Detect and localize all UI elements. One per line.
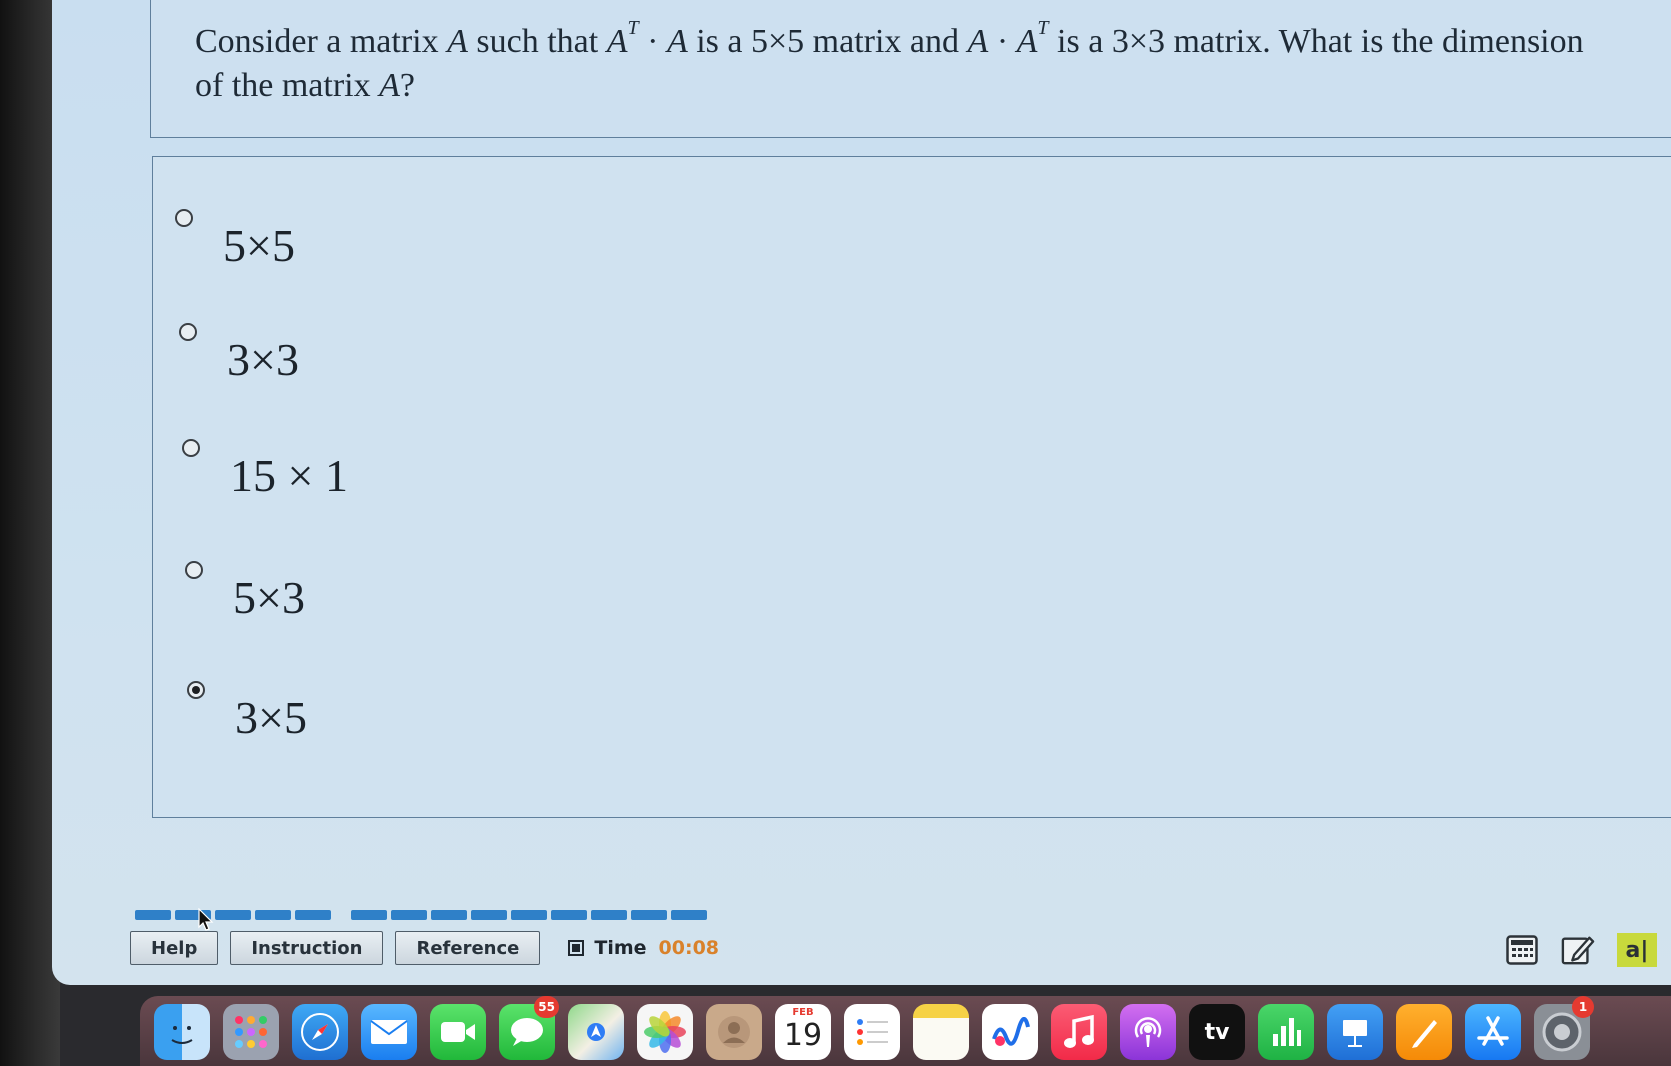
screen-bezel [0,0,60,1066]
text-tool-button[interactable]: a| [1617,933,1657,967]
maps-icon[interactable] [568,1004,624,1060]
timer: Time 00:08 [568,937,719,959]
finder-icon[interactable] [154,1004,210,1060]
stop-timer-icon[interactable] [568,940,585,956]
notes-icon[interactable] [913,1004,969,1060]
option-15x1[interactable]: 15 × 1 [182,439,348,502]
music-icon[interactable] [1051,1004,1107,1060]
question-panel: Consider a matrix A such that AT · A is … [150,0,1671,138]
radio-button[interactable] [175,209,193,227]
option-label: 5×3 [233,572,305,623]
option-5x5[interactable]: 5×5 [175,209,295,272]
tool-buttons: a| [1505,933,1657,967]
calendar-icon[interactable]: FEB 19 [775,1004,831,1060]
progress-segment[interactable] [351,910,387,920]
question-text: Consider a matrix A such that AT · A is … [195,17,1584,104]
system-settings-icon[interactable]: 1 [1534,996,1594,1060]
photos-icon[interactable] [637,1004,693,1060]
option-5x3[interactable]: 5×3 [185,561,305,624]
progress-segment[interactable] [295,910,331,920]
progress-segment[interactable] [431,910,467,920]
freeform-icon[interactable] [982,1004,1038,1060]
option-label: 5×5 [223,220,295,271]
progress-segment[interactable] [215,910,251,920]
radio-button[interactable] [182,439,200,457]
apple-tv-label: tv [1204,1019,1230,1045]
option-label: 3×3 [227,334,299,385]
facetime-icon[interactable] [430,1004,486,1060]
calculator-icon[interactable] [1505,933,1539,967]
progress-segment[interactable] [591,910,627,920]
timer-value: 00:08 [658,937,720,959]
option-label: 3×5 [235,692,307,743]
macos-dock: 55 FEB 19 tv 1 [140,996,1671,1066]
progress-segment[interactable] [671,910,707,920]
calendar-month: FEB [792,1007,814,1018]
progress-segment[interactable] [135,910,171,920]
progress-segment[interactable] [551,910,587,920]
settings-badge: 1 [1572,996,1594,1018]
reference-button[interactable]: Reference [395,931,541,965]
reminders-icon[interactable] [844,1004,900,1060]
keynote-icon[interactable] [1327,1004,1383,1060]
option-3x5[interactable]: 3×5 [187,681,307,744]
safari-icon[interactable] [292,1004,348,1060]
podcasts-icon[interactable] [1120,1004,1176,1060]
instruction-button[interactable]: Instruction [230,931,384,965]
option-3x3[interactable]: 3×3 [179,323,299,386]
progress-segment[interactable] [255,910,291,920]
timer-label: Time [594,937,647,959]
edit-icon[interactable] [1561,933,1595,967]
progress-segment[interactable] [511,910,547,920]
answer-options-panel: 5×5 3×3 15 × 1 5×3 3×5 [152,156,1671,818]
messages-badge: 55 [534,996,559,1018]
radio-button[interactable] [185,561,203,579]
mail-icon[interactable] [361,1004,417,1060]
contacts-icon[interactable] [706,1004,762,1060]
pages-icon[interactable] [1396,1004,1452,1060]
bottom-toolbar: Help Instruction Reference Time 00:08 [130,928,719,968]
messages-icon[interactable]: 55 [499,996,559,1060]
progress-segment[interactable] [471,910,507,920]
calendar-day: 19 [783,1018,823,1053]
option-label: 15 × 1 [230,450,348,501]
radio-button[interactable] [179,323,197,341]
app-store-icon[interactable] [1465,1004,1521,1060]
launchpad-icon[interactable] [223,1004,279,1060]
progress-segment[interactable] [631,910,667,920]
apple-tv-icon[interactable]: tv [1189,1004,1245,1060]
help-button[interactable]: Help [130,931,219,965]
numbers-icon[interactable] [1258,1004,1314,1060]
radio-button-selected[interactable] [187,681,205,699]
question-progress-bar [135,910,707,920]
progress-segment[interactable] [391,910,427,920]
